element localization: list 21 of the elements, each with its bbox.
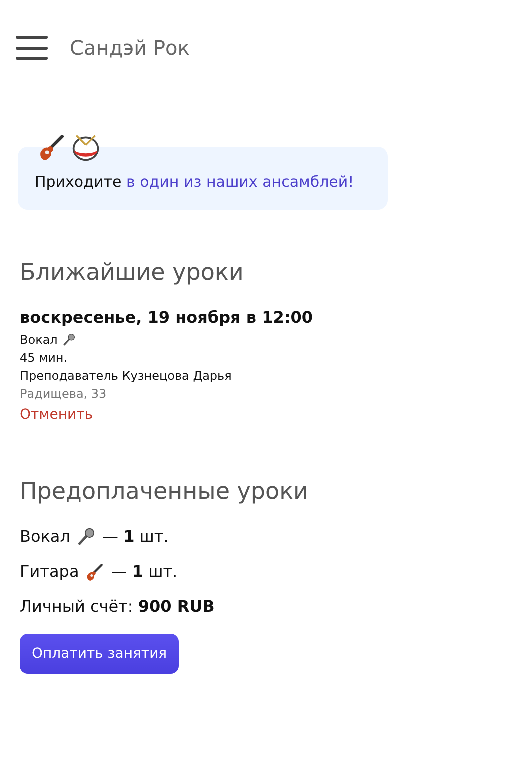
- lesson-teacher: Преподаватель Кузнецова Дарья: [20, 368, 232, 385]
- lesson-duration: 45 мин.: [20, 350, 68, 367]
- lesson-subject: Вокал: [20, 332, 58, 349]
- lesson-datetime: воскресенье, 19 ноября в 12:00: [20, 308, 314, 327]
- lesson-address: Радищева, 33: [20, 386, 107, 403]
- lesson-type: Вокал: [20, 527, 70, 546]
- section-heading: Ближайшие уроки: [20, 260, 245, 286]
- section-heading: Предоплаченные уроки: [20, 479, 310, 505]
- lesson-count: — 1 шт.: [111, 562, 178, 581]
- lesson-type: Гитара: [20, 562, 80, 581]
- lesson-count: — 1 шт.: [102, 527, 169, 546]
- account-balance: Личный счёт: 900 RUB: [20, 597, 215, 616]
- microphone-icon: [62, 333, 76, 347]
- menu-button[interactable]: [16, 36, 48, 60]
- promo-text: Приходите в один из наших ансамблей!: [35, 173, 354, 191]
- ensembles-link[interactable]: в один из наших ансамблей!: [126, 173, 354, 191]
- pay-button[interactable]: Оплатить занятия: [20, 634, 180, 674]
- cancel-link[interactable]: Отменить: [20, 407, 94, 423]
- microphone-icon: [76, 526, 96, 546]
- guitar-icon: [85, 562, 106, 582]
- app-title: Сандэй Рок: [70, 36, 190, 60]
